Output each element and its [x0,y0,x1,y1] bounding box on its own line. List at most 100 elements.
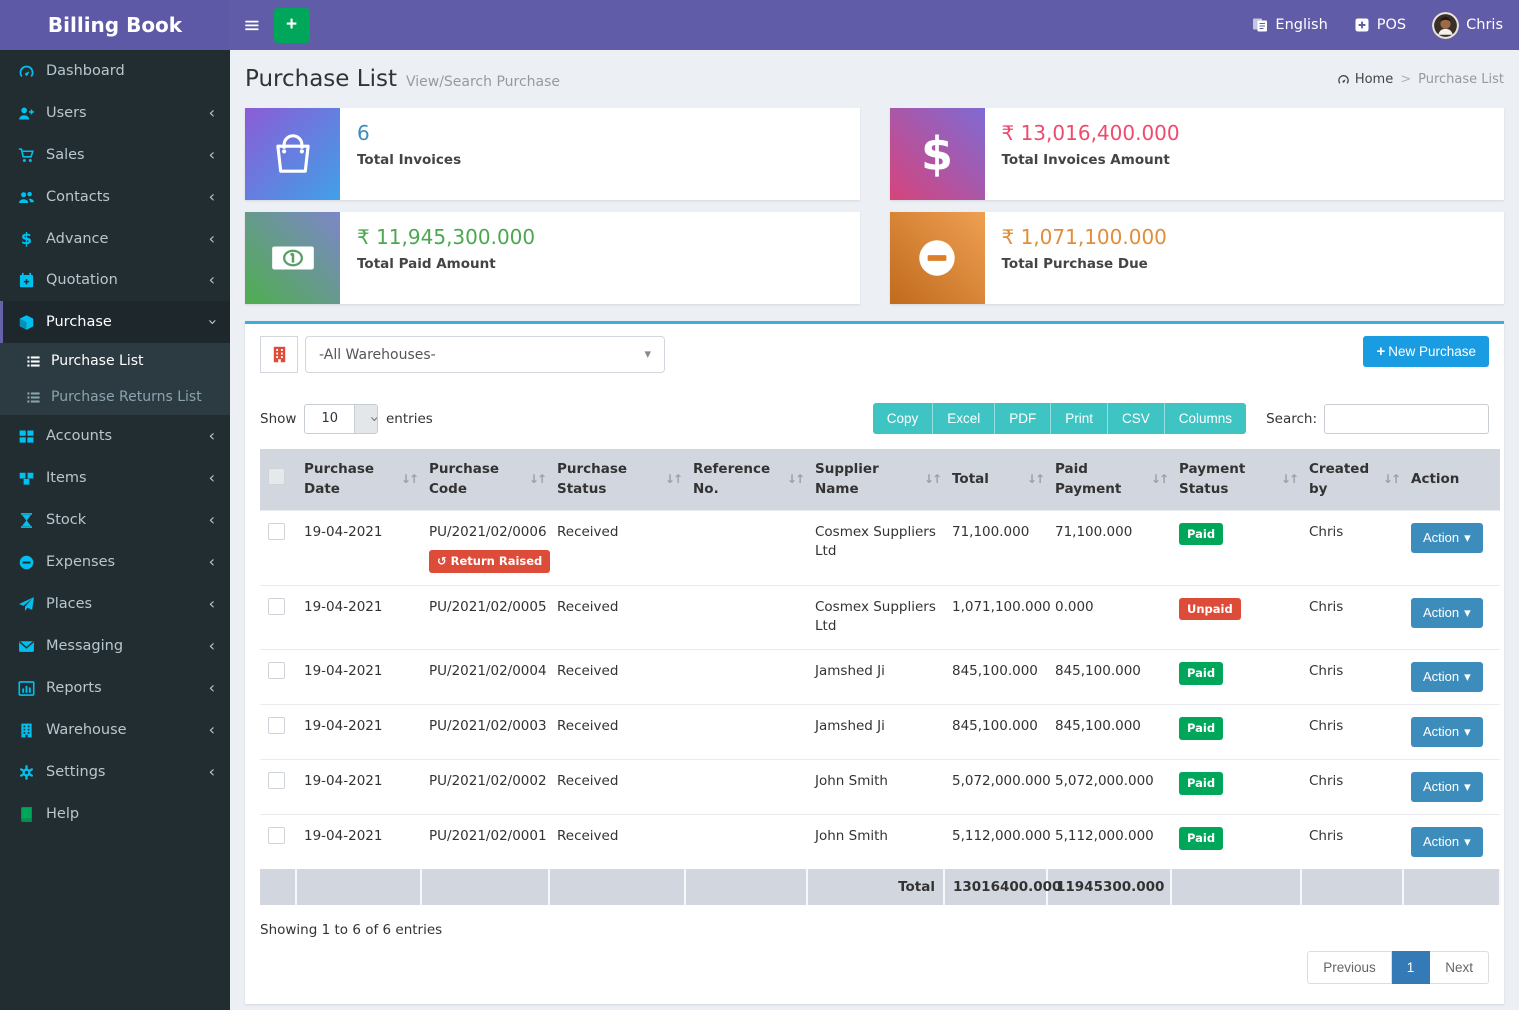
status-badge: Paid [1179,772,1223,795]
chevron-left-icon: ‹ [209,596,215,612]
sidebar-label: Items [46,470,87,486]
print-button[interactable]: Print [1051,403,1108,434]
row-checkbox[interactable] [268,772,285,789]
breadcrumb-home-link[interactable]: Home [1337,72,1393,87]
submenu-label: Purchase Returns List [51,389,202,405]
table-row: 19-04-2021 PU/2021/02/0004 Received Jams… [260,649,1500,704]
col-created-by[interactable]: Created by↓↑ [1301,449,1403,510]
col-purchase-status[interactable]: Purchase Status↓↑ [549,449,685,510]
footer-total-value: 13016400.000 [944,869,1047,905]
sidebar-item-quotation[interactable]: Quotation ‹ [0,259,230,301]
page-size-select[interactable]: 10 ‹ [304,404,378,434]
bar-chart-icon [18,680,35,697]
sidebar-item-accounts[interactable]: Accounts ‹ [0,415,230,457]
sidebar-item-expenses[interactable]: Expenses ‹ [0,541,230,583]
csv-button[interactable]: CSV [1108,403,1165,434]
copy-button[interactable]: Copy [873,403,934,434]
sidebar-label: Stock [46,512,86,528]
sidebar-item-users[interactable]: Users ‹ [0,92,230,134]
stat-label: Total Purchase Due [1002,256,1167,272]
return-raised-badge: ↺ Return Raised [429,550,550,573]
next-page-button[interactable]: Next [1430,951,1489,984]
user-menu[interactable]: Chris [1432,12,1503,39]
action-button[interactable]: Action▾ [1411,717,1483,747]
pos-menu[interactable]: POS [1354,17,1406,33]
col-reference-no[interactable]: Reference No.↓↑ [685,449,807,510]
sidebar-item-sales[interactable]: Sales ‹ [0,134,230,176]
page-1-button[interactable]: 1 [1392,951,1431,984]
chevron-left-icon: ‹ [209,105,215,121]
table-header-row: Purchase Date↓↑ Purchase Code↓↑ Purchase… [260,449,1500,510]
table-row: 19-04-2021 PU/2021/02/0003 Received Jams… [260,704,1500,759]
sidebar-item-dashboard[interactable]: Dashboard [0,50,230,92]
status-badge: Paid [1179,662,1223,685]
status-badge: Unpaid [1179,598,1241,621]
col-supplier-name[interactable]: Supplier Name↓↑ [807,449,944,510]
caret-down-icon: ▾ [1464,530,1471,546]
row-checkbox[interactable] [268,598,285,615]
sidebar-item-contacts[interactable]: Contacts ‹ [0,176,230,218]
sidebar-item-purchase-list[interactable]: Purchase List [0,343,230,379]
minus-circle-icon [18,554,35,571]
table-row: 19-04-2021 PU/2021/02/0005 Received Cosm… [260,585,1500,649]
sidebar-item-stock[interactable]: Stock ‹ [0,499,230,541]
sidebar-item-purchase[interactable]: Purchase ‹ [0,301,230,343]
stat-value: ₹ 13,016,400.000 [1002,121,1180,145]
col-payment-status[interactable]: Payment Status↓↑ [1171,449,1301,510]
plus-icon: + [1376,343,1385,360]
show-label: Show [260,411,296,427]
sidebar-label: Warehouse [46,722,127,738]
row-checkbox[interactable] [268,662,285,679]
sidebar-item-places[interactable]: Places ‹ [0,583,230,625]
columns-button[interactable]: Columns [1165,403,1246,434]
sidebar-item-warehouse[interactable]: Warehouse ‹ [0,709,230,751]
previous-page-button[interactable]: Previous [1307,951,1392,984]
action-button[interactable]: Action▾ [1411,772,1483,802]
stat-cards: 6 Total Invoices $ ₹ 13,016,400.000 Tota… [245,108,1504,304]
stat-label: Total Paid Amount [357,256,535,272]
page-title: Purchase List [245,66,397,92]
sidebar-item-settings[interactable]: Settings ‹ [0,751,230,793]
sidebar-item-help[interactable]: Help [0,793,230,835]
chevron-left-icon: ‹ [209,231,215,247]
col-paid-payment[interactable]: Paid Payment↓↑ [1047,449,1171,510]
language-label: English [1275,17,1327,33]
sidebar-item-items[interactable]: Items ‹ [0,457,230,499]
col-total[interactable]: Total↓↑ [944,449,1047,510]
row-checkbox[interactable] [268,717,285,734]
col-purchase-code[interactable]: Purchase Code↓↑ [421,449,549,510]
sidebar-item-reports[interactable]: Reports ‹ [0,667,230,709]
stat-label: Total Invoices [357,152,461,168]
action-button[interactable]: Action▾ [1411,598,1483,628]
col-action: Action [1403,449,1500,510]
search-input[interactable] [1324,404,1489,434]
chevron-left-icon: ‹ [209,638,215,654]
chevron-left-icon: ‹ [209,512,215,528]
sidebar-item-advance[interactable]: $ Advance ‹ [0,218,230,259]
language-menu[interactable]: English [1252,17,1327,33]
chevron-down-icon: ‹ [204,319,220,325]
quick-add-button[interactable]: + [274,8,310,43]
chevron-left-icon: ‹ [209,470,215,486]
warehouse-select[interactable]: -All Warehouses- ▾ [305,336,665,373]
caret-down-icon: ▾ [1464,605,1471,621]
pos-label: POS [1377,17,1406,33]
new-purchase-button[interactable]: + New Purchase [1363,336,1489,367]
footer-paid-value: 11945300.000 [1047,869,1171,905]
hamburger-icon[interactable]: ≡ [230,13,274,37]
sidebar-item-messaging[interactable]: Messaging ‹ [0,625,230,667]
col-purchase-date[interactable]: Purchase Date↓↑ [296,449,421,510]
topbar: Billing Book ≡ + English POS Chris [0,0,1519,50]
row-checkbox[interactable] [268,523,285,540]
chevron-down-icon: ‹ [366,415,378,421]
action-button[interactable]: Action▾ [1411,827,1483,857]
row-checkbox[interactable] [268,827,285,844]
select-all-checkbox[interactable] [268,468,285,485]
action-button[interactable]: Action▾ [1411,523,1483,553]
excel-button[interactable]: Excel [933,403,995,434]
sidebar-item-purchase-returns-list[interactable]: Purchase Returns List [0,379,230,415]
pdf-button[interactable]: PDF [995,403,1051,434]
stat-value: 6 [357,121,461,145]
sidebar-label: Contacts [46,189,110,205]
action-button[interactable]: Action▾ [1411,662,1483,692]
